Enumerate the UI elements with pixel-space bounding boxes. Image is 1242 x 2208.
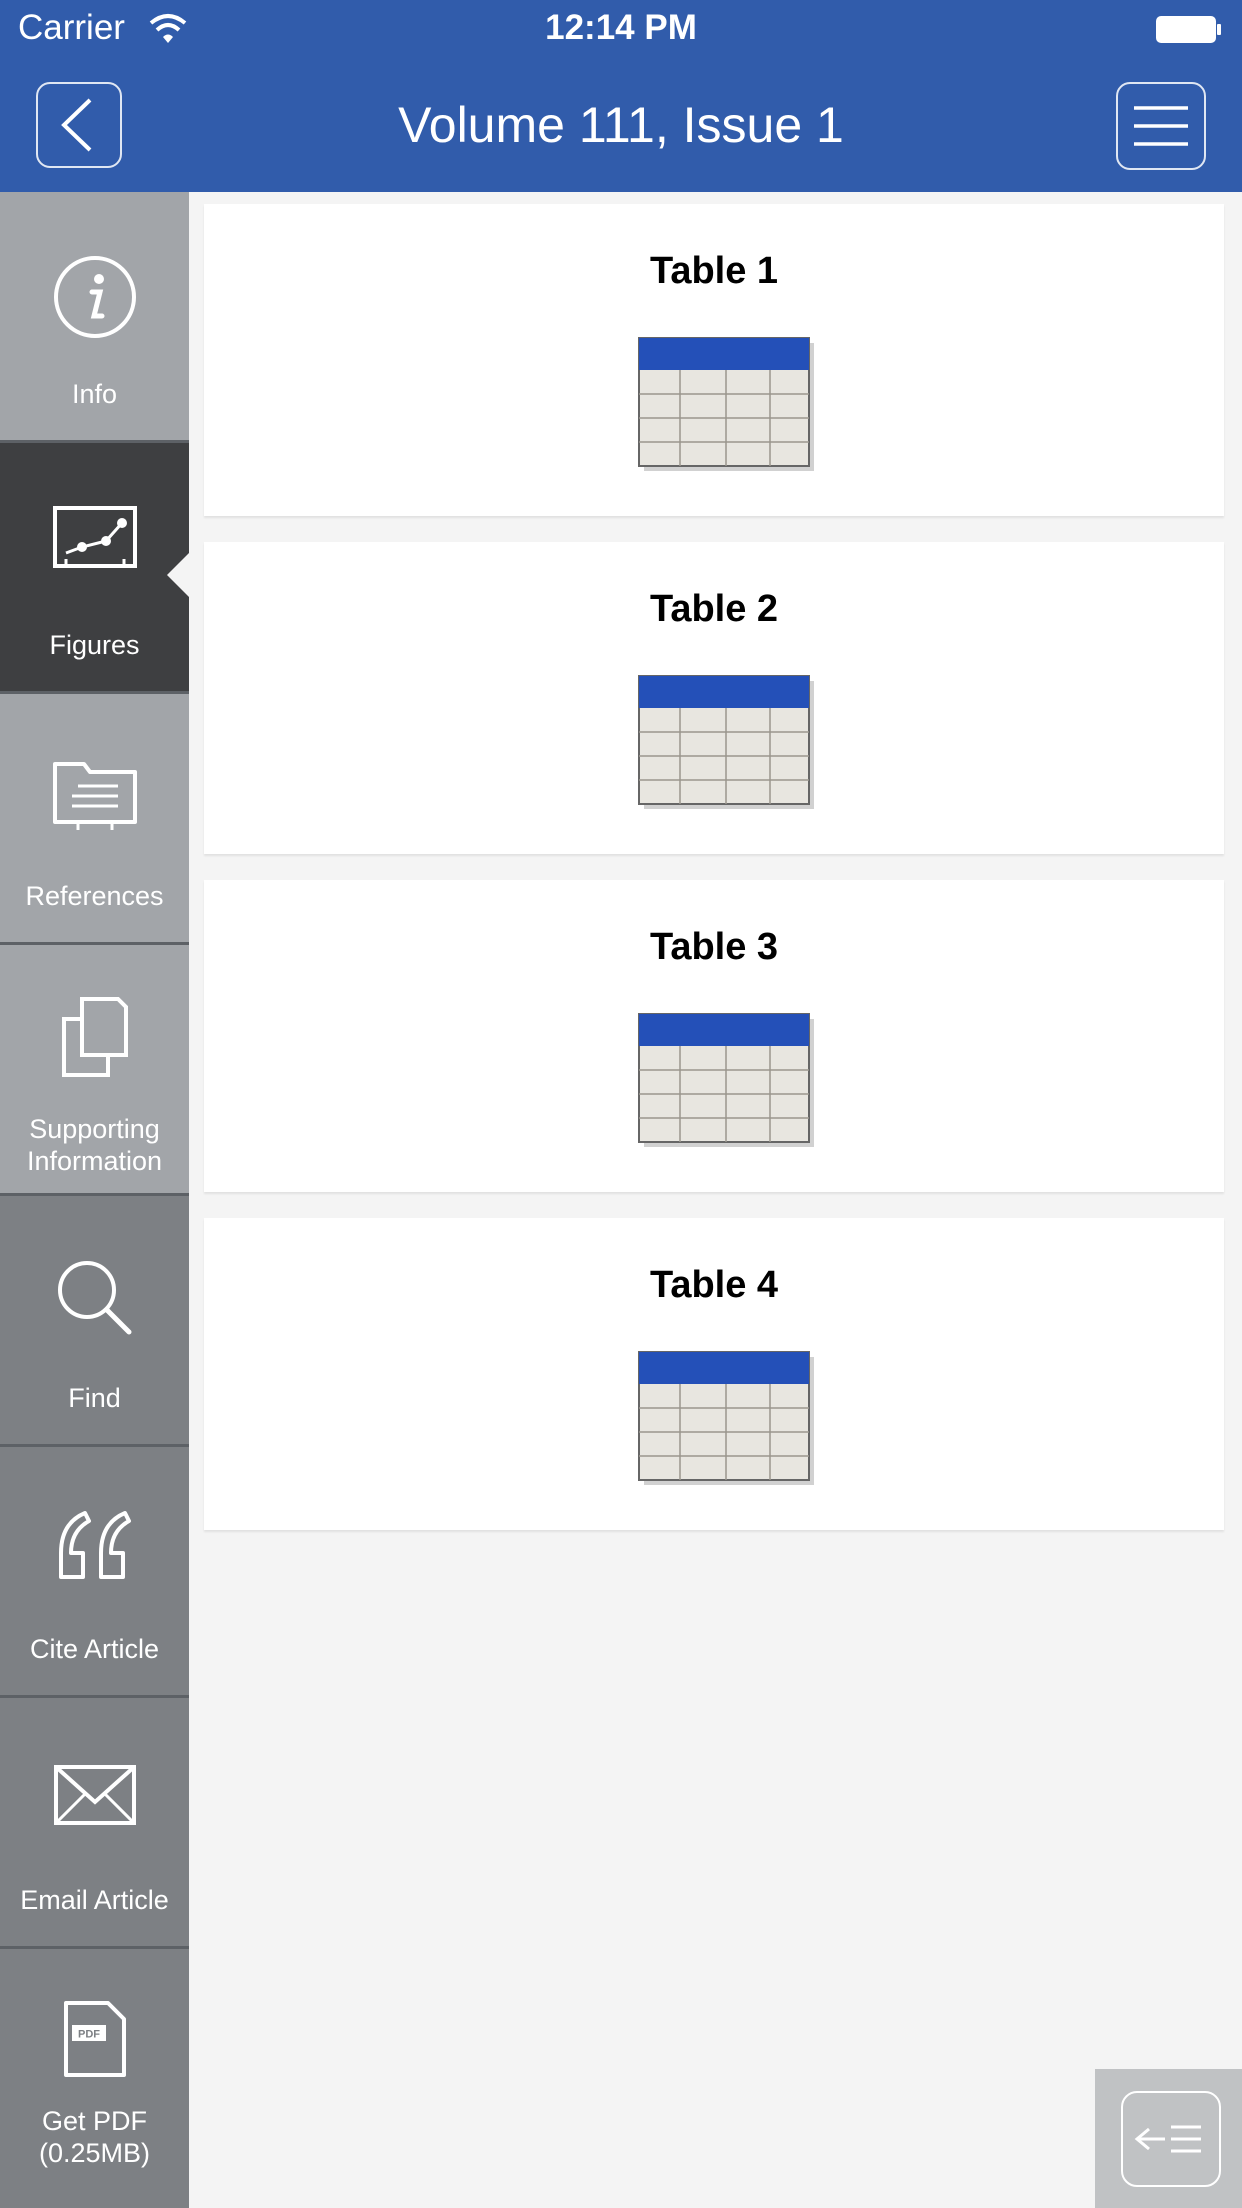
top-bar: Carrier 12:14 PM Volume 111, Issue 1 (0, 0, 1242, 192)
documents-icon (61, 997, 128, 1077)
table-thumbnail-icon (638, 1013, 814, 1147)
sidebar-item-label-line2: (0.25MB) (38, 2138, 151, 2168)
sidebar-item-label-line2: Information (26, 1146, 163, 1176)
folder-icon (52, 762, 137, 830)
sidebar-item-label: Cite Article (29, 1634, 160, 1664)
page-title: Volume 111, Issue 1 (398, 97, 844, 153)
pdf-icon: PDF (63, 2001, 126, 2077)
chart-icon (52, 506, 137, 568)
sidebar-item-label-line1: Get PDF (41, 2106, 148, 2136)
figure-card[interactable]: Table 1 (204, 204, 1224, 516)
collapse-sidebar-button[interactable] (1121, 2091, 1221, 2187)
status-time: 12:14 PM (545, 8, 697, 47)
table-thumbnail-icon (638, 337, 814, 471)
svg-text:PDF: PDF (78, 2029, 100, 2041)
menu-button[interactable] (1116, 82, 1206, 170)
figure-title: Table 4 (649, 1264, 779, 1306)
figures-list: Table 1 Table 2 Table 3 Table 4 (189, 192, 1242, 2208)
battery-icon (1156, 16, 1221, 43)
sidebar-toggle-area (1095, 2069, 1242, 2208)
figure-card[interactable]: Table 2 (204, 542, 1224, 854)
figure-card[interactable]: Table 4 (204, 1218, 1224, 1530)
selection-pointer (167, 553, 189, 597)
table-thumbnail-icon (638, 1351, 814, 1485)
sidebar-item-figures[interactable]: Figures (0, 443, 189, 694)
sidebar-item-references[interactable]: References (0, 694, 189, 945)
status-bar: Carrier 12:14 PM (0, 0, 1242, 62)
info-icon (53, 256, 136, 338)
sidebar: Info Figures References Supporting Infor… (0, 192, 189, 2208)
sidebar-item-info[interactable]: Info (0, 192, 189, 443)
figure-title: Table 3 (649, 926, 779, 968)
sidebar-item-label: Find (68, 1383, 121, 1413)
sidebar-item-get-pdf[interactable]: PDF Get PDF (0.25MB) (0, 1949, 189, 2208)
sidebar-item-find[interactable]: Find (0, 1196, 189, 1447)
quote-icon (58, 1511, 131, 1579)
table-thumbnail-icon (638, 675, 814, 809)
sidebar-item-label: Info (71, 379, 118, 409)
sidebar-item-cite-article[interactable]: Cite Article (0, 1447, 189, 1698)
search-icon (57, 1261, 131, 1335)
sidebar-item-label: References (25, 881, 164, 911)
figure-title: Table 1 (649, 250, 779, 292)
sidebar-item-supporting-information[interactable]: Supporting Information (0, 945, 189, 1196)
collapse-sidebar-icon (1134, 2125, 1201, 2153)
sidebar-item-label: Figures (49, 630, 140, 660)
sidebar-item-email-article[interactable]: Email Article (0, 1698, 189, 1949)
figure-card[interactable]: Table 3 (204, 880, 1224, 1192)
hamburger-menu-icon (1134, 106, 1188, 146)
figure-title: Table 2 (649, 588, 779, 630)
envelope-icon (53, 1765, 136, 1825)
sidebar-item-label: Email Article (20, 1885, 169, 1915)
sidebar-item-label-line1: Supporting (29, 1114, 160, 1144)
